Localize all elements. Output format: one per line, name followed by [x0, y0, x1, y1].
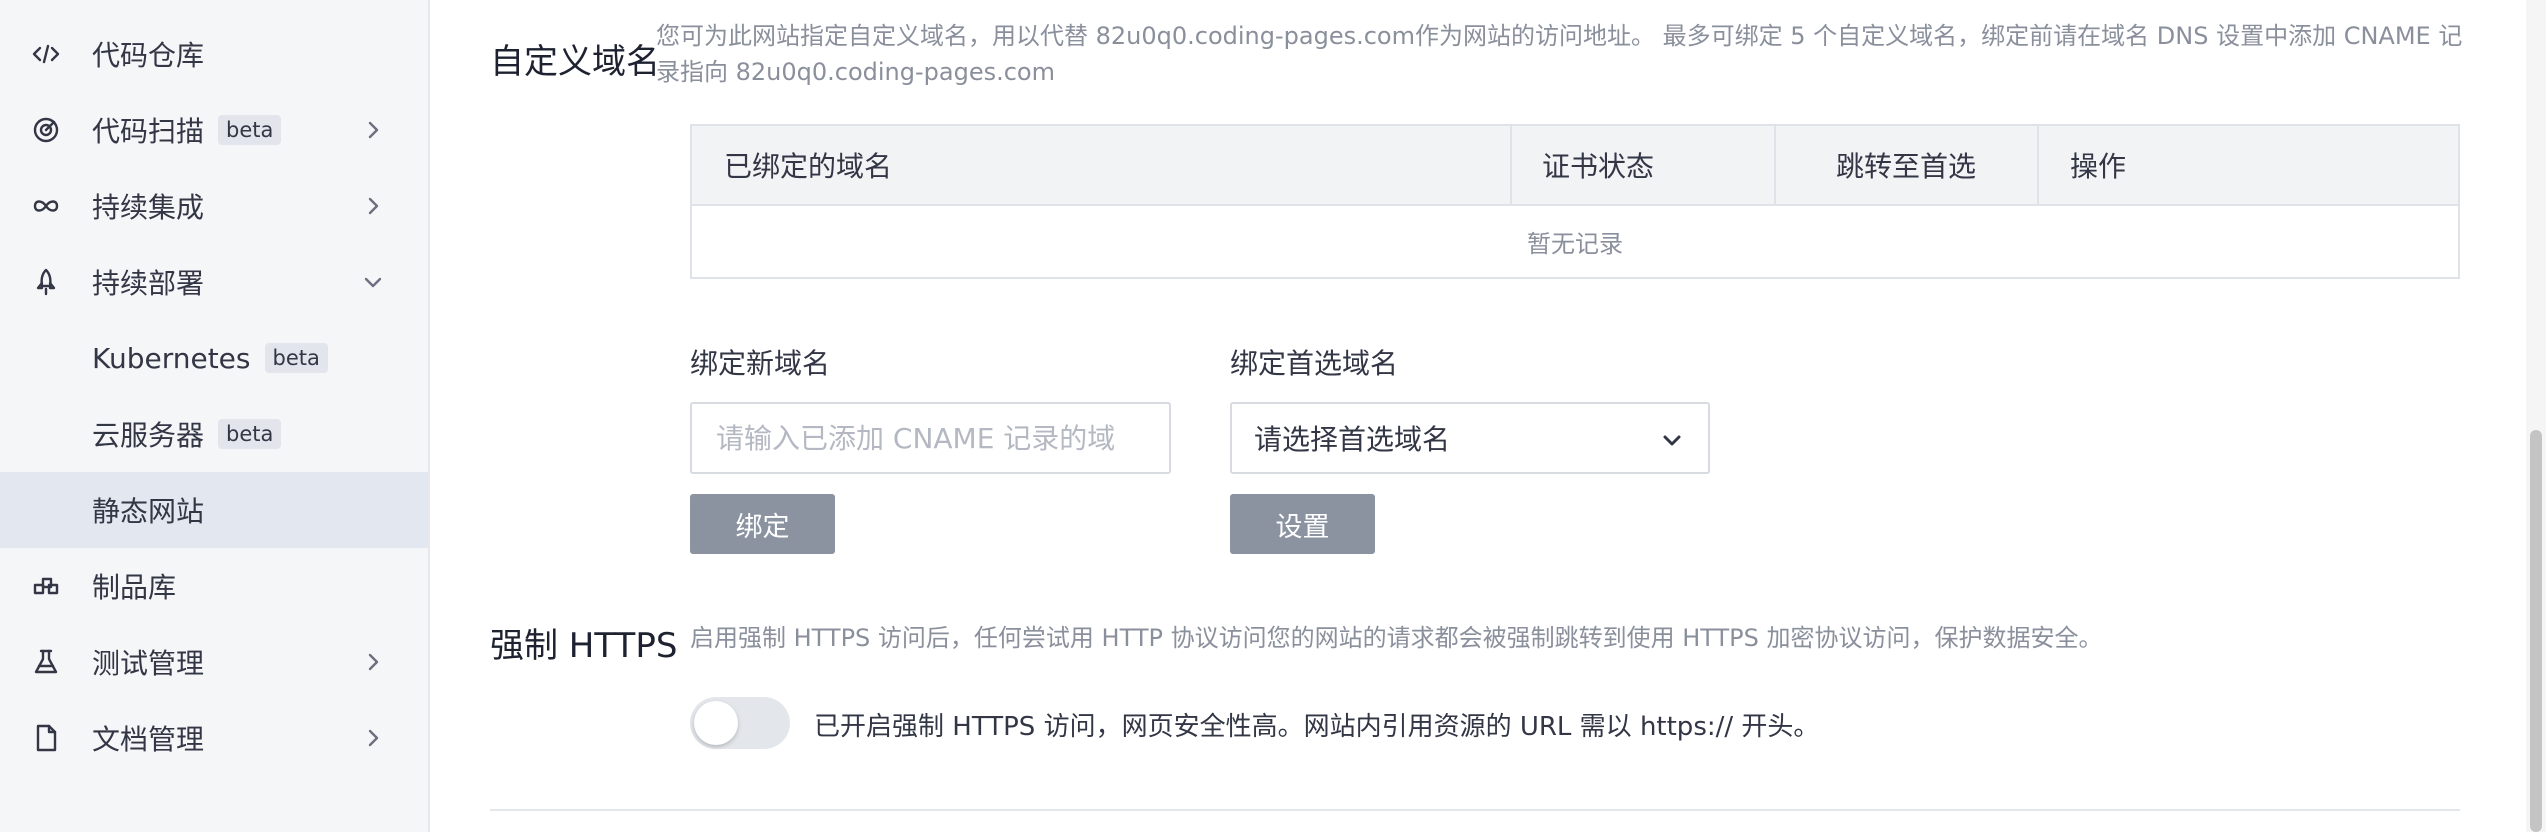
sidebar-item-test-mgmt[interactable]: 测试管理	[0, 624, 428, 700]
sidebar-item-label: 代码扫描	[92, 115, 205, 148]
sidebar-item-label: 持续集成	[92, 191, 205, 224]
beta-badge: beta	[218, 419, 282, 449]
sidebar-item-label: Kubernetes	[92, 341, 251, 375]
sidebar-item-label: 持续部署	[92, 267, 205, 300]
sidebar-item-cloud-server[interactable]: 云服务器 beta	[0, 396, 428, 472]
bind-button[interactable]: 绑定	[690, 494, 835, 554]
sidebar-item-cd[interactable]: 持续部署	[0, 244, 428, 320]
bind-new-domain-label: 绑定新域名	[690, 347, 831, 380]
scan-icon	[30, 114, 62, 146]
https-title: 强制 HTTPS	[490, 626, 678, 666]
sidebar-item-label: 文档管理	[92, 723, 205, 756]
force-https-text: 已开启强制 HTTPS 访问，网页安全性高。网站内引用资源的 URL 需以 ht…	[814, 712, 1820, 742]
sidebar: 代码仓库 代码扫描 beta 持续集成 持续部署 Kubernetes beta…	[0, 0, 430, 832]
sidebar-item-ci[interactable]: 持续集成	[0, 168, 428, 244]
beta-badge: beta	[218, 115, 282, 145]
document-icon	[30, 722, 62, 754]
chevron-right-icon	[362, 119, 384, 141]
select-value: 请选择首选域名	[1254, 423, 1451, 456]
chevron-right-icon	[362, 651, 384, 673]
chevron-down-icon	[1660, 428, 1684, 452]
sidebar-item-label: 云服务器	[92, 419, 205, 452]
preferred-domain-select[interactable]: 请选择首选域名	[1230, 402, 1710, 474]
scrollbar-thumb[interactable]	[2530, 430, 2542, 832]
table-header: 已绑定的域名 证书状态 跳转至首选 操作	[692, 126, 2458, 206]
empty-state: 暂无记录	[1527, 230, 1623, 258]
column-header-cert-status: 证书状态	[1542, 150, 1655, 183]
sidebar-item-static-site[interactable]: 静态网站	[0, 472, 428, 548]
sidebar-item-docs[interactable]: 文档管理	[0, 700, 428, 776]
force-https-toggle[interactable]	[690, 697, 790, 749]
chevron-right-icon	[362, 195, 384, 217]
beta-badge: beta	[264, 343, 328, 373]
infinity-icon	[30, 190, 62, 222]
column-header-redirect: 跳转至首选	[1836, 150, 1977, 183]
divider	[490, 809, 2460, 811]
sidebar-item-label: 测试管理	[92, 647, 205, 680]
sidebar-item-artifacts[interactable]: 制品库	[0, 548, 428, 624]
rocket-icon	[30, 266, 62, 298]
flask-icon	[30, 646, 62, 678]
https-description: 启用强制 HTTPS 访问后，任何尝试用 HTTP 协议访问您的网站的请求都会被…	[690, 624, 2103, 652]
sidebar-item-label: 静态网站	[92, 495, 205, 528]
sidebar-item-code-scan[interactable]: 代码扫描 beta	[0, 92, 428, 168]
column-header-domain: 已绑定的域名	[724, 150, 893, 183]
chevron-right-icon	[362, 727, 384, 749]
new-domain-input[interactable]	[690, 402, 1171, 474]
bound-domains-table: 已绑定的域名 证书状态 跳转至首选 操作 暂无记录	[690, 124, 2460, 279]
sidebar-item-label: 制品库	[92, 571, 177, 604]
sidebar-item-kubernetes[interactable]: Kubernetes beta	[0, 320, 428, 396]
custom-domain-title: 自定义域名	[490, 42, 660, 82]
column-header-actions: 操作	[2070, 150, 2127, 183]
artifact-icon	[30, 570, 62, 602]
column-divider	[1510, 126, 1512, 204]
chevron-down-icon	[362, 271, 384, 293]
sidebar-item-label: 代码仓库	[92, 39, 205, 72]
custom-domain-description: 您可为此网站指定自定义域名，用以代替 82u0q0.coding-pages.c…	[656, 22, 2463, 86]
sidebar-item-code-repo[interactable]: 代码仓库	[0, 16, 428, 92]
column-divider	[2037, 126, 2039, 204]
toggle-knob	[694, 701, 738, 745]
preferred-domain-label: 绑定首选域名	[1230, 347, 1399, 380]
set-button[interactable]: 设置	[1230, 494, 1375, 554]
code-icon	[30, 38, 62, 70]
column-divider	[1774, 126, 1776, 204]
